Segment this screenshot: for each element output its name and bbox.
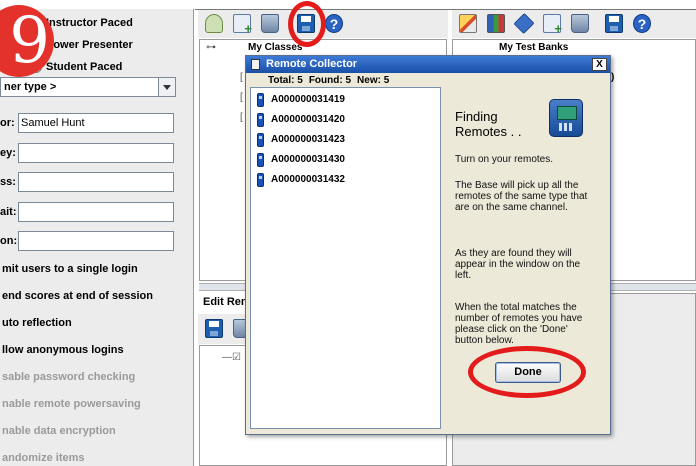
chevron-down-icon[interactable] [158,78,175,96]
list-item[interactable]: A000000031420 [257,110,345,129]
session-field-row: on: [0,230,180,252]
tree-root-my-classes[interactable]: My Classes [248,42,302,53]
instructor-input[interactable]: Samuel Hunt [18,113,174,133]
edit-icon [459,14,477,33]
tree-child-node[interactable]: [ [240,72,243,83]
add-roster-icon [233,14,252,36]
remote-id: A000000031419 [271,94,345,105]
single-login-checkbox[interactable]: mit users to a single login [2,263,138,281]
remote-icon [257,132,264,147]
finding-remotes-heading: Finding Remotes . . [455,109,521,139]
save-icon [605,14,623,33]
edit-remotes-label: Edit Rem [203,296,251,308]
top-strip [0,0,696,9]
heading-line: Remotes . . [455,124,522,139]
auto-reflection-checkbox[interactable]: uto reflection [2,317,72,335]
new-count: New: 5 [357,75,390,86]
list-item[interactable]: A000000031430 [257,150,345,169]
field-label: ss: [0,176,16,188]
key-field-row: ey: [0,142,180,164]
remote-icon [257,92,264,107]
total-count: Total: 5 [268,75,303,86]
anonymous-logins-checkbox[interactable]: llow anonymous logins [2,344,124,362]
instructor-field-row: or: Samuel Hunt [0,112,180,134]
remote-list[interactable]: A000000031419 A000000031420 A00000003142… [250,87,441,429]
field-label: ey: [0,147,16,159]
combo-value: ner type > [4,81,57,93]
help-icon: ? [633,14,651,33]
dialog-titlebar[interactable]: Remote Collector X [246,56,610,73]
tree-node-fragment: ) [611,72,615,83]
found-count: Found: 5 [308,75,352,86]
test-bank-icon [487,14,505,33]
wait-field-row: ait: [0,201,180,223]
add-class-button[interactable] [202,12,226,36]
add-test-button[interactable] [540,12,564,36]
test-bank-button[interactable] [484,12,508,36]
remote-powersaving-checkbox: nable remote powersaving [2,398,141,410]
edit-button[interactable] [456,12,480,36]
list-item[interactable]: A000000031432 [257,170,345,189]
field-label: ait: [0,206,17,218]
tree-root-my-test-banks[interactable]: My Test Banks [499,42,568,53]
instruction-text: As they are found they will appear in th… [455,248,581,281]
highlight-done-circle [468,346,586,398]
list-item[interactable]: A000000031423 [257,130,345,149]
password-checking-checkbox: sable password checking [2,371,136,383]
remote-id: A000000031432 [271,174,345,185]
instruction-text: Turn on your remotes. [455,154,554,165]
password-field-row: ss: [0,171,180,193]
remote-icon [257,172,264,187]
field-label: on: [0,235,18,247]
base-station-icon [549,99,583,137]
tree-child-node[interactable]: [ [240,92,243,103]
session-input[interactable] [18,231,174,251]
help-button[interactable]: ? [630,12,654,36]
add-roster-button[interactable] [230,12,254,36]
dialog-title: Remote Collector [266,58,358,70]
send-scores-checkbox[interactable]: end scores at end of session [2,290,153,308]
remote-id: A000000031430 [271,154,345,165]
remote-id: A000000031420 [271,114,345,125]
heading-line: Finding [455,109,498,124]
highlight-save-circle [288,1,326,47]
delete-icon [571,14,589,33]
remote-id: A000000031423 [271,134,345,145]
instruction-text: The Base will pick up all the remotes of… [455,180,588,213]
radio-label: Instructor Paced [46,17,133,29]
save-test-button[interactable] [602,12,626,36]
tree-expand-handle[interactable]: ⊶ [206,42,216,53]
add-test-icon [543,14,562,36]
radio-label: Student Paced [46,61,123,73]
delete-test-button[interactable] [568,12,592,36]
remote-counts: Total: 5 Found: 5 New: 5 [268,75,395,86]
add-class-icon [205,14,223,33]
field-label: or: [0,117,15,129]
save-remotes-button[interactable] [202,317,226,341]
wait-input[interactable] [18,202,174,222]
data-encryption-checkbox: nable data encryption [2,425,116,437]
save-icon [205,319,223,338]
tree-child-node[interactable]: [ [240,112,243,123]
remote-icon [257,152,264,167]
list-item[interactable]: A000000031419 [257,90,345,109]
checked-checkbox[interactable]: —☑ [222,352,241,363]
session-settings-panel: Instructor Paced Power Presenter Student… [0,9,194,466]
delete-class-button[interactable] [258,12,282,36]
password-input[interactable] [18,172,174,192]
help-icon: ? [325,14,343,33]
delete-icon [261,14,279,33]
remote-icon [251,59,260,70]
instruction-text: When the total matches the number of rem… [455,302,583,346]
question-icon [513,13,535,34]
key-input[interactable] [18,143,174,163]
radio-label: Power Presenter [46,39,133,51]
question-button[interactable] [512,12,536,36]
testbanks-toolbar: ? [452,10,696,38]
remote-type-combo[interactable]: ner type > [0,77,176,97]
close-button[interactable]: X [592,58,607,71]
randomize-items-checkbox: andomize items [2,452,85,464]
remote-icon [257,112,264,127]
